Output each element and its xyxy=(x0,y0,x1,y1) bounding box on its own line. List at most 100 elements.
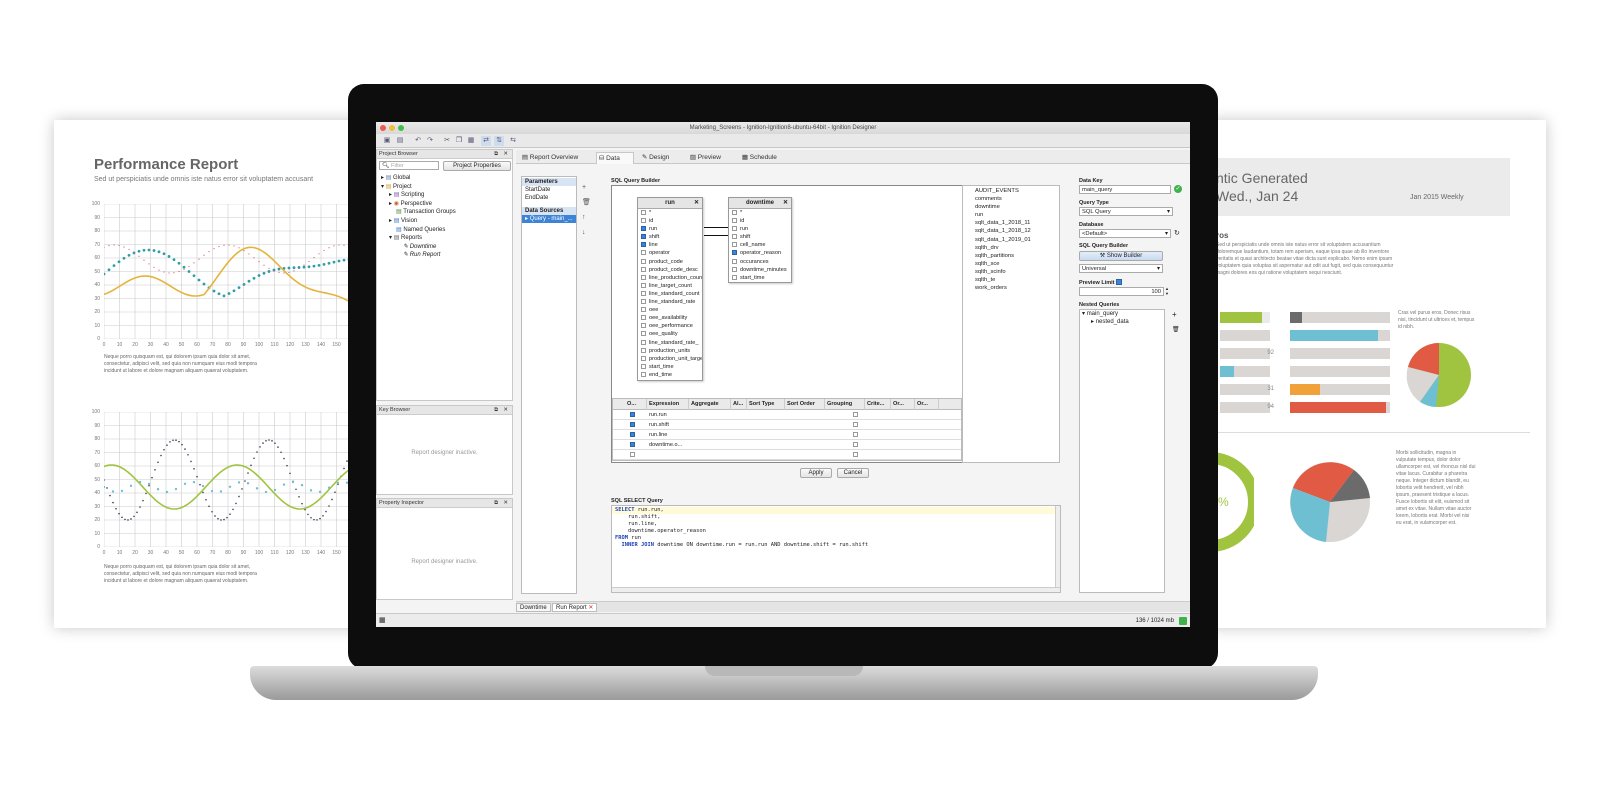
grid-column-header[interactable]: Or... xyxy=(915,399,939,410)
table-list-item[interactable]: sqlt_data_1_2019_01 xyxy=(975,236,1031,244)
vertical-scrollbar[interactable] xyxy=(1055,506,1060,592)
output-checkbox[interactable] xyxy=(630,412,635,417)
grid-row[interactable]: run.line xyxy=(613,430,961,440)
parameter-item[interactable]: EndDate xyxy=(522,194,576,202)
comm-icon[interactable]: ⇄ xyxy=(481,136,491,146)
run-table-widget[interactable]: run ✕ * id run shift line operator product_code… xyxy=(637,197,703,381)
field-checkbox[interactable] xyxy=(641,218,646,224)
maximize-window-button[interactable] xyxy=(398,125,404,131)
data-source-item[interactable]: ▸ Query - main_... xyxy=(522,215,576,223)
tree-item-vision[interactable]: ▸ ▤ Vision xyxy=(381,217,456,226)
delete-icon[interactable]: 🗑︎ xyxy=(582,195,591,210)
tab-schedule[interactable]: ▦ Schedule xyxy=(740,152,790,164)
field-checkbox[interactable] xyxy=(732,226,737,232)
table-field[interactable]: start_time xyxy=(729,274,791,282)
grouping-checkbox[interactable] xyxy=(853,432,858,437)
field-checkbox[interactable] xyxy=(641,234,646,240)
table-field[interactable]: occurances xyxy=(729,258,791,266)
doc-tab-run-report[interactable]: Run Report ✕ xyxy=(552,603,598,612)
table-field[interactable]: shift xyxy=(729,233,791,241)
tree-item-project[interactable]: ▾ ▤ Project xyxy=(381,183,456,192)
table-list-item[interactable]: AUDIT_EVENTS xyxy=(975,187,1031,195)
sql-dialect-select[interactable]: Universal xyxy=(1079,264,1163,273)
table-list-item[interactable]: downtime xyxy=(975,203,1031,211)
table-field[interactable]: shift xyxy=(638,233,702,241)
database-select[interactable]: <Default> xyxy=(1079,229,1171,238)
field-checkbox[interactable] xyxy=(641,331,646,337)
table-field[interactable]: oee xyxy=(638,306,702,314)
tab-design[interactable]: ✎ Design xyxy=(640,152,682,164)
close-icon[interactable]: ✕ xyxy=(503,499,508,508)
paste-icon[interactable]: ▦ xyxy=(466,136,476,146)
tree-item-transaction-groups[interactable]: ▤ Transaction Groups xyxy=(381,208,456,217)
table-field[interactable]: * xyxy=(638,209,702,217)
tree-item-scripting[interactable]: ▸ ▤ Scripting xyxy=(381,191,456,200)
project-filter-input[interactable]: 🔍︎ Filter xyxy=(379,161,439,170)
link-icon[interactable]: ⇅ xyxy=(494,136,504,146)
close-icon[interactable]: ✕ xyxy=(588,605,593,611)
grid-column-header[interactable]: Sort Order xyxy=(785,399,825,410)
close-icon[interactable]: ✕ xyxy=(503,150,508,159)
project-properties-button[interactable]: Project Properties xyxy=(443,161,511,171)
table-field[interactable]: run xyxy=(638,225,702,233)
apply-button[interactable]: Apply xyxy=(800,468,832,478)
close-window-button[interactable] xyxy=(380,125,386,131)
table-list-item[interactable]: sqlth_partitions xyxy=(975,252,1031,260)
downtime-table-widget[interactable]: downtime ✕ * id run shift cell_name operator_r… xyxy=(728,197,792,283)
table-field[interactable]: run xyxy=(729,225,791,233)
field-checkbox[interactable] xyxy=(641,282,646,288)
table-field[interactable]: line_standard_count xyxy=(638,290,702,298)
tab-data[interactable]: ⛁ Data xyxy=(596,152,634,164)
preview-limit-checkbox[interactable] xyxy=(1116,279,1122,285)
delete-nested-icon[interactable]: 🗑︎ xyxy=(1172,326,1180,333)
field-checkbox[interactable] xyxy=(641,210,646,215)
refresh-icon[interactable]: ↻ xyxy=(1174,229,1180,237)
table-list-item[interactable]: comments xyxy=(975,195,1031,203)
table-field[interactable]: * xyxy=(729,209,791,217)
output-checkbox[interactable] xyxy=(630,452,635,457)
grid-row[interactable]: run.run xyxy=(613,410,961,420)
table-list-item[interactable]: sqlth_te xyxy=(975,276,1031,284)
grouping-checkbox[interactable] xyxy=(853,452,858,457)
table-field[interactable]: oee_quality xyxy=(638,330,702,338)
grid-column-header[interactable]: Sort Type xyxy=(747,399,785,410)
table-field[interactable]: production_unit_target xyxy=(638,355,702,363)
field-checkbox[interactable] xyxy=(732,242,737,248)
nested-item-nested-data[interactable]: ▸ nested_data xyxy=(1080,318,1164,326)
grouping-checkbox[interactable] xyxy=(853,422,858,427)
field-checkbox[interactable] xyxy=(641,339,646,345)
field-checkbox[interactable] xyxy=(641,323,646,329)
table-field[interactable]: oee_performance xyxy=(638,322,702,330)
redo-icon[interactable]: ↷ xyxy=(425,136,435,146)
parameter-item[interactable]: StartDate xyxy=(522,186,576,194)
table-field[interactable]: product_code xyxy=(638,258,702,266)
table-field[interactable]: end_time xyxy=(638,371,702,379)
grid-row[interactable]: run.shift xyxy=(613,420,961,430)
grid-column-header[interactable]: Or... xyxy=(891,399,915,410)
table-list-item[interactable]: work_orders xyxy=(975,284,1031,292)
tree-item-reports[interactable]: ▾ ▤ Reports xyxy=(381,234,456,243)
table-list-item[interactable]: sqlth_sce xyxy=(975,260,1031,268)
tree-item-downtime[interactable]: ✎ Downtime xyxy=(381,243,456,252)
grid-column-header[interactable]: Al... xyxy=(731,399,747,410)
add-icon[interactable]: + xyxy=(582,180,591,195)
preview-limit-input[interactable]: 100 xyxy=(1079,287,1164,296)
grid-column-header[interactable]: Crite... xyxy=(865,399,891,410)
gc-icon[interactable] xyxy=(1179,617,1187,625)
field-checkbox[interactable] xyxy=(641,274,646,280)
move-down-icon[interactable]: ↓ xyxy=(582,225,591,240)
tree-item-named-queries[interactable]: ▤ Named Queries xyxy=(381,226,456,235)
field-checkbox[interactable] xyxy=(641,299,646,305)
grid-column-header[interactable]: Aggregate xyxy=(689,399,731,410)
data-key-input[interactable]: main_query xyxy=(1079,185,1171,194)
move-up-icon[interactable]: ↑ xyxy=(582,210,591,225)
field-checkbox[interactable] xyxy=(641,371,646,377)
save-all-icon[interactable]: ▤ xyxy=(395,136,405,146)
field-checkbox[interactable] xyxy=(732,274,737,280)
field-checkbox[interactable] xyxy=(732,250,737,256)
grid-column-header[interactable]: Grouping xyxy=(825,399,865,410)
grouping-checkbox[interactable] xyxy=(853,412,858,417)
tab-preview[interactable]: ▨ Preview xyxy=(688,152,734,164)
output-checkbox[interactable] xyxy=(630,422,635,427)
output-checkbox[interactable] xyxy=(630,442,635,447)
